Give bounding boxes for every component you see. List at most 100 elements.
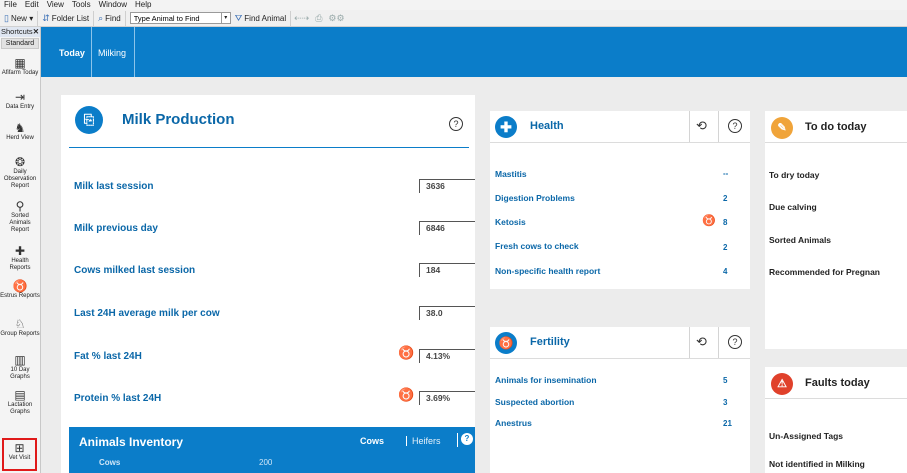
cow-icon[interactable]: ♉ <box>702 214 716 227</box>
sidebar-item-group-reports[interactable]: ♘ Group Reports <box>0 317 40 338</box>
sidebar-item-label: Afifarm Today <box>1 70 39 76</box>
divider <box>718 327 719 358</box>
inventory-cows-toggle[interactable]: Cows <box>360 436 384 446</box>
milk-row-value: 6846 <box>419 221 475 235</box>
health-help-icon[interactable]: ? <box>728 119 742 133</box>
refresh-icon[interactable]: ⟲ <box>696 334 707 350</box>
sidebar-item-herd-view[interactable]: ♞ Herd View <box>0 121 40 142</box>
sidebar-item-afifarm-today[interactable]: ▦ Afifarm Today <box>0 56 40 77</box>
tools-icon[interactable]: ⚙⚙ <box>325 13 347 24</box>
milk-row-label: Fat % last 24H <box>74 351 142 362</box>
cow-icon[interactable]: ♉ <box>398 345 414 361</box>
filter-icon: ⛛ <box>234 12 243 23</box>
health-item-ketosis[interactable]: Ketosis <box>495 217 526 227</box>
todo-item-due-calving[interactable]: Due calving <box>769 202 817 212</box>
inventory-heifers-toggle[interactable]: Heifers <box>406 436 441 446</box>
new-button[interactable]: ▯ New ▾ <box>0 10 39 26</box>
health-value: -- <box>723 169 729 178</box>
find-button[interactable]: ⌕ Find <box>94 10 126 26</box>
fertility-item-abortion[interactable]: Suspected abortion <box>495 397 574 407</box>
refresh-icon[interactable]: ⟲ <box>696 118 707 134</box>
folder-list-label: Folder List <box>51 13 90 23</box>
milk-row-value: 3636 <box>419 179 475 193</box>
find-dropdown-icon[interactable]: ▾ <box>221 12 231 24</box>
milk-row-value: 3.69% <box>419 391 475 405</box>
ten-day-graphs-icon: ▥ <box>14 353 26 367</box>
todo-item-sorted-animals[interactable]: Sorted Animals <box>769 235 831 245</box>
help-icon: ? <box>461 433 473 445</box>
milk-production-card: ⎘ Milk Production ? Milk last session 36… <box>61 95 475 473</box>
cow-icon[interactable]: ♉ <box>398 387 414 403</box>
faults-header-divider <box>765 398 907 399</box>
tab-today[interactable]: Today <box>53 27 92 77</box>
milk-row-label: Protein % last 24H <box>74 393 162 404</box>
health-item-non-specific[interactable]: Non-specific health report <box>495 266 600 276</box>
binoculars-icon: ⌕ <box>98 12 104 23</box>
sorted-animals-icon: ⚲ <box>15 199 25 213</box>
health-item-fresh-cows[interactable]: Fresh cows to check <box>495 241 579 251</box>
close-icon[interactable]: ✕ <box>33 27 41 37</box>
todo-item-pregnancy[interactable]: Recommended for Pregnan <box>769 267 880 277</box>
animals-inventory-panel: Animals Inventory Cows Heifers ? Cows 20… <box>69 427 475 473</box>
shortcuts-header: Shortcuts ✕ <box>0 27 40 37</box>
sidebar-item-vet-visit[interactable]: ⊞ Vet Visit <box>2 438 37 471</box>
sidebar-item-lactation-graphs[interactable]: ▤ Lactation Graphs <box>0 388 40 416</box>
fertility-item-insemination[interactable]: Animals for insemination <box>495 375 597 385</box>
toolbar: ▯ New ▾ ⇵ Folder List ⌕ Find ▾ ⛛ Find An… <box>0 10 907 27</box>
find-animal-input[interactable] <box>129 12 222 24</box>
health-card: ✚ Health ⟲ ? Mastitis -- Digestion Probl… <box>490 111 750 289</box>
fault-item-unassigned-tags[interactable]: Un-Assigned Tags <box>769 431 843 441</box>
sidebar-item-ten-day-graphs[interactable]: ▥ 10 Day Graphs <box>0 353 40 381</box>
menu-tools[interactable]: Tools <box>68 0 95 10</box>
find-animal-button[interactable]: ⛛ Find Animal <box>231 10 292 26</box>
nav-arrows-icon[interactable]: ⇠⇢ <box>291 13 312 24</box>
sidebar-item-label: Data Entry <box>5 104 35 110</box>
todo-title: To do today <box>805 121 867 133</box>
sidebar-item-label: Vet Visit <box>8 455 31 461</box>
print-icon[interactable]: ⎙ <box>312 13 325 24</box>
lactation-graphs-icon: ▤ <box>14 388 26 402</box>
health-reports-icon: ✚ <box>14 244 26 258</box>
milk-row-value: 38.0 <box>419 306 475 320</box>
health-item-mastitis[interactable]: Mastitis <box>495 169 527 179</box>
health-title: Health <box>530 120 564 132</box>
afifarm-today-icon: ▦ <box>14 56 26 70</box>
health-item-digestion[interactable]: Digestion Problems <box>495 193 575 203</box>
fertility-item-anestrus[interactable]: Anestrus <box>495 418 532 428</box>
folder-list-button[interactable]: ⇵ Folder List <box>38 10 95 26</box>
fault-item-not-identified[interactable]: Not identified in Milking <box>769 459 865 469</box>
sidebar-item-sorted-animals[interactable]: ⚲ Sorted Animals Report <box>0 199 40 234</box>
fertility-help-icon[interactable]: ? <box>728 335 742 349</box>
tab-milking[interactable]: Milking <box>92 27 136 77</box>
health-value: 8 <box>723 218 728 227</box>
daily-observation-icon: ❂ <box>14 155 26 169</box>
todo-item-dry[interactable]: To dry today <box>769 170 819 180</box>
divider <box>718 111 719 142</box>
inventory-help-button[interactable]: ? <box>457 433 473 447</box>
pencil-icon: ✎ <box>771 117 793 139</box>
milk-help-icon[interactable]: ? <box>449 117 463 131</box>
new-label: New <box>10 13 27 23</box>
menu-view[interactable]: View <box>43 0 68 10</box>
vet-visit-icon: ⊞ <box>14 441 25 455</box>
menu-window[interactable]: Window <box>95 0 131 10</box>
sidebar-item-daily-observation[interactable]: ❂ Daily Observation Report <box>0 155 40 190</box>
sidebar-item-data-entry[interactable]: ⇥ Data Entry <box>0 90 40 111</box>
health-value: 4 <box>723 267 728 276</box>
todo-header-divider <box>765 142 907 143</box>
menu-edit[interactable]: Edit <box>21 0 43 10</box>
sidebar-item-health-reports[interactable]: ✚ Health Reports <box>0 244 40 272</box>
health-value: 2 <box>723 194 728 203</box>
sidebar-item-estrus-reports[interactable]: ♉ Estrus Reports <box>0 279 40 300</box>
find-label: Find <box>105 13 121 23</box>
group-reports-icon: ♘ <box>14 317 26 331</box>
menu-bar: File Edit View Tools Window Help <box>0 0 907 10</box>
menu-file[interactable]: File <box>0 0 21 10</box>
folder-list-icon: ⇵ <box>42 12 50 23</box>
inventory-row-label: Cows <box>99 458 121 467</box>
standard-group-button[interactable]: Standard <box>1 38 39 49</box>
sidebar-item-label: Estrus Reports <box>0 293 40 299</box>
sidebar-item-label: Sorted Animals Report <box>9 213 31 233</box>
menu-help[interactable]: Help <box>131 0 155 10</box>
sidebar-item-label: Daily Observation Report <box>3 169 37 189</box>
